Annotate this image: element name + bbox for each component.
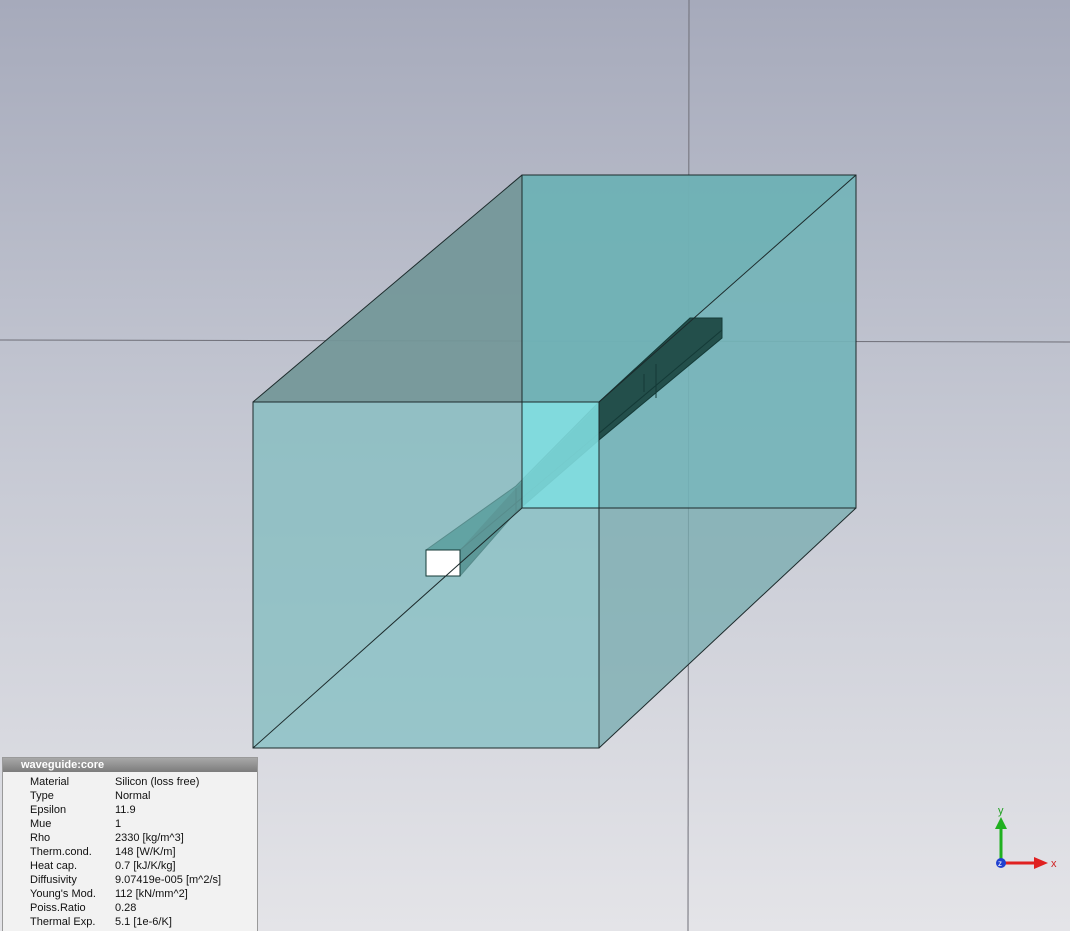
property-row: Poiss.Ratio 0.28	[3, 901, 257, 915]
y-axis-label: y	[998, 805, 1004, 817]
object-properties-panel: waveguide:core Material Silicon (loss fre…	[2, 757, 258, 931]
property-key: Mue	[30, 818, 52, 830]
property-key: Poiss.Ratio	[30, 902, 86, 914]
property-row: Type Normal	[3, 789, 257, 803]
property-key: Diffusivity	[30, 874, 77, 886]
x-axis-arrowhead	[1034, 857, 1048, 869]
property-value: 0.28	[115, 902, 137, 914]
z-axis-label: z	[998, 859, 1002, 868]
property-value: Normal	[115, 790, 151, 802]
property-value: 148 [W/K/m]	[115, 846, 176, 858]
cladding-box[interactable]	[252, 174, 857, 749]
property-row: Thermal Exp. 5.1 [1e-6/K]	[3, 915, 257, 929]
property-key: Epsilon	[30, 804, 67, 816]
property-key: Type	[30, 790, 54, 802]
box-inner-window	[522, 402, 599, 508]
property-row: Young's Mod. 112 [kN/mm^2]	[3, 887, 257, 901]
property-row: Therm.cond. 148 [W/K/m]	[3, 845, 257, 859]
property-value: 2330 [kg/m^3]	[115, 832, 184, 844]
property-row: Diffusivity 9.07419e-005 [m^2/s]	[3, 873, 257, 887]
axes-gizmo: y x z	[995, 805, 1057, 870]
property-key: Young's Mod.	[30, 888, 96, 900]
property-value: 0.7 [kJ/K/kg]	[115, 860, 176, 872]
property-row: Epsilon 11.9	[3, 803, 257, 817]
property-row: Mue 1	[3, 817, 257, 831]
property-row: Material Silicon (loss free)	[3, 775, 257, 789]
property-value: 1	[115, 818, 122, 830]
property-key: Therm.cond.	[30, 846, 92, 858]
property-value: 11.9	[115, 804, 136, 816]
property-value: 112 [kN/mm^2]	[115, 888, 188, 900]
property-row: Rho 2330 [kg/m^3]	[3, 831, 257, 845]
property-key: Thermal Exp.	[30, 916, 96, 928]
3d-viewport[interactable]: y x z waveguide:core Material Silicon (lo…	[0, 0, 1070, 931]
y-axis-arrowhead	[995, 817, 1007, 829]
property-value: 5.1 [1e-6/K]	[115, 916, 172, 928]
x-axis-label: x	[1051, 858, 1057, 870]
property-value: Silicon (loss free)	[115, 776, 200, 788]
property-key: Material	[30, 776, 70, 788]
properties-title: waveguide:core	[3, 758, 257, 772]
property-key: Rho	[30, 832, 51, 844]
property-value: 9.07419e-005 [m^2/s]	[115, 874, 222, 886]
property-key: Heat cap.	[30, 860, 78, 872]
property-row: Heat cap. 0.7 [kJ/K/kg]	[3, 859, 257, 873]
properties-list: Material Silicon (loss free) Type Normal E…	[3, 772, 257, 929]
waveguide-port[interactable]	[425, 549, 461, 577]
